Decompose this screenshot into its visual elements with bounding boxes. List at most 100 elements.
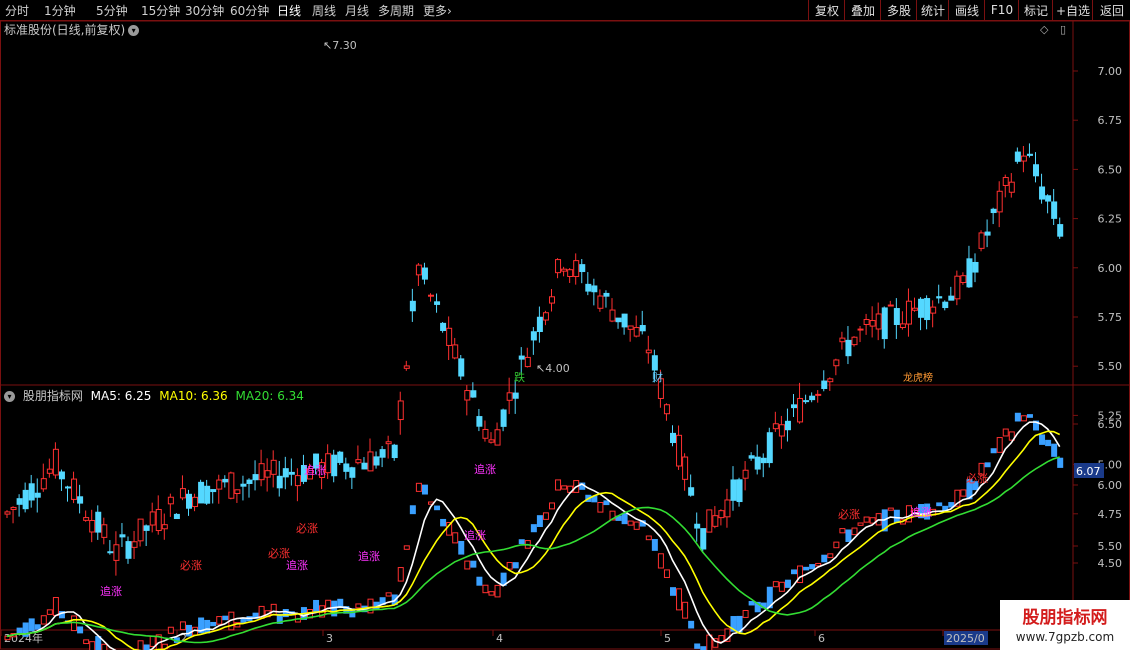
- candle-body: [700, 528, 707, 550]
- candle-body: [549, 296, 555, 304]
- signal-label: 追涨: [910, 505, 932, 519]
- multi-stock-button[interactable]: 多股: [880, 0, 917, 20]
- candle-body: [452, 344, 459, 359]
- chart-corner-controls: ◇ ▯: [1040, 23, 1066, 36]
- indicator-bar: [440, 518, 447, 527]
- indicator-bar: [1026, 414, 1033, 418]
- candle-body: [676, 434, 683, 467]
- candle-body: [996, 190, 1003, 213]
- candle-body: [863, 318, 870, 325]
- candle-body: [210, 489, 217, 493]
- candle-body: [1020, 155, 1027, 162]
- indicator-bar: [186, 624, 192, 637]
- price-tick-label: 5.50: [1098, 360, 1123, 373]
- candle-body: [494, 429, 501, 446]
- candle-body: [1057, 224, 1064, 237]
- indicator-bar: [1039, 434, 1046, 445]
- period-tab-fenshi[interactable]: 分时: [5, 2, 29, 19]
- period-tab-30min[interactable]: 30分钟: [185, 2, 224, 19]
- candle-body: [827, 378, 834, 383]
- indicator-bar: [1020, 415, 1027, 422]
- candle-body: [288, 471, 295, 475]
- price-tick-label: 6.75: [1098, 114, 1123, 127]
- indicator-bar: [216, 616, 223, 625]
- candle-body: [875, 313, 882, 330]
- indicator-tick-label: 5.50: [1098, 540, 1123, 553]
- indicator-bar: [409, 505, 416, 515]
- candle-body: [778, 424, 785, 437]
- candle-body: [446, 327, 453, 346]
- candle-body: [107, 551, 114, 554]
- indicator-bar: [960, 489, 967, 497]
- candle-body: [179, 488, 186, 499]
- add-watchlist-button[interactable]: +自选: [1052, 0, 1093, 20]
- indicator-bar: [657, 553, 664, 569]
- candle-body: [149, 511, 156, 526]
- candle-body: [252, 474, 259, 481]
- candle-body: [766, 432, 773, 464]
- draw-line-button[interactable]: 画线: [948, 0, 985, 20]
- stats-button[interactable]: 统计: [916, 0, 949, 20]
- period-tab-weekly[interactable]: 周线: [312, 2, 336, 19]
- chevron-down-icon[interactable]: ▾: [128, 25, 140, 36]
- candle-body: [821, 380, 828, 389]
- candle-body: [561, 268, 568, 272]
- candle-body: [555, 259, 562, 274]
- candle-body: [101, 524, 108, 538]
- candlestick-chart-area[interactable]: 7.006.756.506.256.005.755.505.255.004.75…: [0, 21, 1130, 650]
- date-tick-label: 5: [664, 632, 671, 645]
- mark-button[interactable]: 标记: [1018, 0, 1053, 20]
- f10-button[interactable]: F10: [984, 0, 1019, 20]
- candle-body: [482, 428, 489, 439]
- candle-body: [403, 365, 410, 369]
- period-tab-daily[interactable]: 日线: [277, 2, 301, 19]
- period-tab-more[interactable]: 更多›: [423, 2, 452, 19]
- signal-label: 追涨: [100, 584, 122, 598]
- signal-label: 追涨: [286, 558, 308, 572]
- indicator-bar: [1002, 428, 1009, 437]
- indicator-bar: [887, 507, 894, 511]
- candle-body: [609, 309, 616, 322]
- signal-label: 必涨: [180, 559, 202, 572]
- date-tick-label: 3: [326, 632, 333, 645]
- indicator-bar: [452, 532, 459, 544]
- back-button[interactable]: 返回: [1092, 0, 1130, 20]
- indicator-bar: [1057, 457, 1064, 468]
- candle-body: [573, 260, 580, 278]
- indicator-bar: [688, 620, 695, 629]
- period-tab-60min[interactable]: 60分钟: [230, 2, 269, 19]
- indicator-bar: [222, 615, 229, 621]
- period-tab-1min[interactable]: 1分钟: [44, 2, 76, 19]
- candle-body: [1045, 195, 1052, 202]
- indicator-bar: [210, 621, 217, 627]
- candle-body: [912, 307, 918, 311]
- overlay-button[interactable]: 叠加: [844, 0, 881, 20]
- fuquan-button[interactable]: 复权: [808, 0, 845, 20]
- period-tab-15min[interactable]: 15分钟: [141, 2, 180, 19]
- indicator-bar: [893, 509, 900, 523]
- indicator-bar: [984, 462, 991, 468]
- candle-body: [95, 511, 102, 533]
- signal-label: 必涨: [966, 472, 988, 485]
- candle-body: [77, 496, 84, 504]
- candle-body: [125, 541, 132, 559]
- period-tab-5min[interactable]: 5分钟: [96, 2, 128, 19]
- more-label: 更多: [423, 4, 448, 18]
- period-tab-multi[interactable]: 多周期: [378, 2, 414, 19]
- indicator-bar: [470, 560, 477, 568]
- signal-label: 必涨: [296, 522, 318, 535]
- candle-body: [240, 483, 247, 487]
- indicator-bar: [627, 520, 634, 526]
- chevron-down-icon[interactable]: ▾: [4, 391, 15, 402]
- period-tab-monthly[interactable]: 月线: [345, 2, 369, 19]
- indicator-bar: [1051, 443, 1058, 457]
- signal-label: 追涨: [474, 462, 496, 476]
- candle-body: [579, 264, 586, 273]
- chevron-right-icon: ›: [447, 4, 452, 18]
- candle-body: [421, 267, 428, 280]
- price-tick-label: 7.00: [1098, 65, 1123, 78]
- candle-body: [234, 489, 241, 495]
- panel-toggle-icon[interactable]: ▯: [1060, 23, 1066, 36]
- diamond-icon[interactable]: ◇: [1040, 23, 1048, 36]
- candle-body: [458, 358, 465, 377]
